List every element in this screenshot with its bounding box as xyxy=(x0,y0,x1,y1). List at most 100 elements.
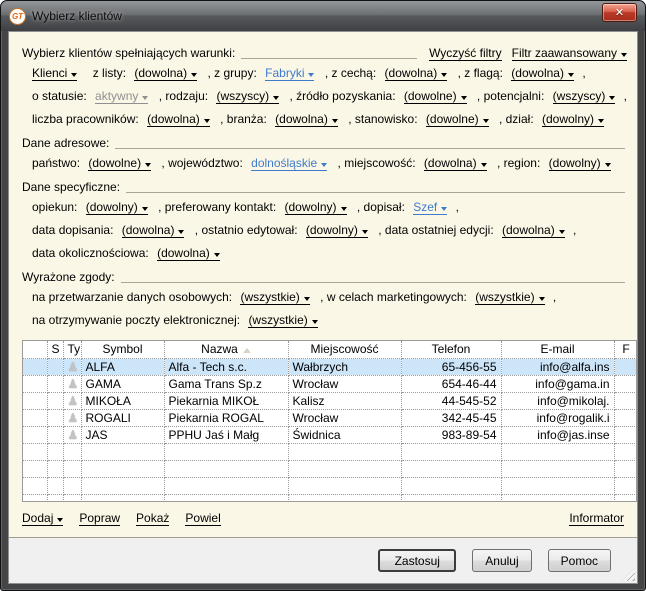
help-button[interactable]: Pomoc xyxy=(548,549,611,572)
col-header-symbol[interactable]: Symbol xyxy=(81,341,164,358)
personal-data-consent-dropdown[interactable]: (wszystkie) xyxy=(240,290,309,305)
city-value: (dowolna) xyxy=(424,156,477,170)
clear-filters-link[interactable]: Wyczyść filtry xyxy=(429,46,502,61)
cell-selector[interactable] xyxy=(23,409,47,426)
col-header-ty[interactable]: Ty xyxy=(63,341,81,358)
app-gt-icon[interactable]: GT xyxy=(9,8,26,25)
employees-dropdown[interactable]: (dowolna) xyxy=(147,112,210,127)
col-header-nazwa[interactable]: Nazwa xyxy=(164,341,288,358)
group-label: , z grupy: xyxy=(207,66,256,80)
table-row[interactable]: ♟ ALFA Alfa - Tech s.c. Wałbrzych 65-456… xyxy=(23,358,637,375)
group-dropdown[interactable]: Fabryki xyxy=(265,66,314,81)
chevron-down-icon xyxy=(481,163,487,167)
chevron-down-icon xyxy=(539,297,545,301)
table-row[interactable]: ♟ MIKOŁA Piekarnia MIKOŁ Kalisz 44-545-5… xyxy=(23,392,637,409)
voivodeship-dropdown[interactable]: dolnośląskie xyxy=(251,156,327,171)
last-edited-by-value: (dowolny) xyxy=(306,223,358,237)
col-header-nazwa-label: Nazwa xyxy=(201,342,238,356)
city-dropdown[interactable]: (dowolna) xyxy=(424,156,487,171)
group-value: Fabryki xyxy=(265,66,304,80)
section-rule xyxy=(115,148,625,149)
close-icon: ✕ xyxy=(615,6,624,19)
industry-dropdown[interactable]: (dowolna) xyxy=(275,112,338,127)
table-row[interactable]: ♟ ROGALI Piekarnia ROGAL Wrocław 342-45-… xyxy=(23,409,637,426)
caretaker-dropdown[interactable]: (dowolny) xyxy=(86,200,148,215)
cell-symbol: ALFA xyxy=(81,358,164,375)
list-dropdown[interactable]: (dowolna) xyxy=(134,66,197,81)
added-by-value: Szef xyxy=(413,200,437,214)
chevron-down-icon xyxy=(441,73,447,77)
preferred-contact-dropdown[interactable]: (dowolny) xyxy=(285,200,347,215)
advanced-filter-link[interactable]: Filtr zaawansowany xyxy=(512,46,627,61)
marketing-consent-dropdown[interactable]: (wszystkie) xyxy=(475,290,544,305)
last-edit-date-dropdown[interactable]: (dowolna) xyxy=(502,223,565,238)
cell-selector[interactable] xyxy=(23,375,47,392)
cell-telefon: 983-89-54 xyxy=(401,426,501,443)
preferred-contact-label: , preferowany kontakt: xyxy=(158,200,276,214)
add-link[interactable]: Dodaj xyxy=(22,511,63,526)
duplicate-link[interactable]: Powiel xyxy=(185,511,220,526)
advanced-filter-label: Filtr zaawansowany xyxy=(512,46,617,60)
chevron-down-icon xyxy=(142,207,148,211)
department-label: , dział: xyxy=(499,112,534,126)
date-added-label: data dopisania: xyxy=(32,223,113,237)
edit-link[interactable]: Popraw xyxy=(79,511,120,526)
department-dropdown[interactable]: (dowolny) xyxy=(542,112,604,127)
region-dropdown[interactable]: (dowolny) xyxy=(549,156,611,171)
chevron-down-icon xyxy=(321,163,327,167)
col-header-s[interactable]: S xyxy=(47,341,63,358)
occasion-date-dropdown[interactable]: (dowolna) xyxy=(157,246,220,261)
cell-selector[interactable] xyxy=(23,426,47,443)
show-link[interactable]: Pokaż xyxy=(136,511,169,526)
chevron-down-icon xyxy=(332,119,338,123)
date-added-dropdown[interactable]: (dowolna) xyxy=(122,223,185,238)
resize-grip[interactable] xyxy=(622,568,635,581)
cancel-button[interactable]: Anuluj xyxy=(472,549,531,572)
kind-label: , rodzaju: xyxy=(159,89,208,103)
email-consent-dropdown[interactable]: (wszystkie) xyxy=(248,313,317,328)
col-header-email[interactable]: E-mail xyxy=(501,341,614,358)
personal-data-consent-value: (wszystkie) xyxy=(240,290,299,304)
source-label: , źródło pozyskania: xyxy=(289,89,395,103)
apply-button[interactable]: Zastosuj xyxy=(378,549,456,572)
status-dropdown[interactable]: aktywny xyxy=(95,89,148,104)
city-label: , miejscowość: xyxy=(338,156,416,170)
country-dropdown[interactable]: (dowolne) xyxy=(88,156,151,171)
cell-selector[interactable] xyxy=(23,392,47,409)
caretaker-value: (dowolny) xyxy=(86,200,138,214)
filter-row-consents2: na otrzymywanie poczty elektronicznej: (… xyxy=(22,309,627,332)
list-label: z listy: xyxy=(93,66,126,80)
col-header-selector[interactable] xyxy=(23,341,47,358)
title-bar[interactable]: GT Wybierz klientów ✕ xyxy=(1,1,645,31)
close-button[interactable]: ✕ xyxy=(602,3,637,22)
position-dropdown[interactable]: (dowolne) xyxy=(426,112,489,127)
chevron-down-icon xyxy=(308,73,314,77)
informator-link[interactable]: Informator xyxy=(569,511,624,526)
country-value: (dowolne) xyxy=(88,156,141,170)
consents-section-header: Wyrażone zgody: xyxy=(22,268,627,286)
clients-scope-dropdown[interactable]: Klienci xyxy=(32,66,77,81)
department-value: (dowolny) xyxy=(542,112,594,126)
table-row[interactable]: ♟ JAS PPHU Jaś i Małg Świdnica 983-89-54… xyxy=(23,426,637,443)
cell-email: info@jas.inse xyxy=(501,426,614,443)
dialog-footer: Zastosuj Anuluj Pomoc xyxy=(9,537,637,583)
added-by-dropdown[interactable]: Szef xyxy=(413,200,447,215)
cell-s xyxy=(47,409,63,426)
col-header-telefon[interactable]: Telefon xyxy=(401,341,501,358)
kind-dropdown[interactable]: (wszyscy) xyxy=(216,89,279,104)
trait-label: , z cechą: xyxy=(325,66,376,80)
cell-miejscowosc: Wrocław xyxy=(288,375,401,392)
potential-value: (wszyscy) xyxy=(553,89,606,103)
cell-miejscowosc: Wrocław xyxy=(288,409,401,426)
trait-dropdown[interactable]: (dowolna) xyxy=(385,66,448,81)
source-dropdown[interactable]: (dowolne) xyxy=(404,89,467,104)
clients-scope-value: Klienci xyxy=(32,66,67,80)
flag-dropdown[interactable]: (dowolna) xyxy=(511,66,574,81)
table-row[interactable]: ♟ GAMA Gama Trans Sp.z Wrocław 654-46-44… xyxy=(23,375,637,392)
col-header-f[interactable]: F xyxy=(614,341,637,358)
last-edited-by-dropdown[interactable]: (dowolny) xyxy=(306,223,368,238)
filters-panel: Wybierz klientów spełniających warunki: … xyxy=(9,32,637,332)
col-header-miejscowosc[interactable]: Miejscowość xyxy=(288,341,401,358)
potential-dropdown[interactable]: (wszyscy) xyxy=(553,89,616,104)
cell-selector[interactable] xyxy=(23,358,47,375)
